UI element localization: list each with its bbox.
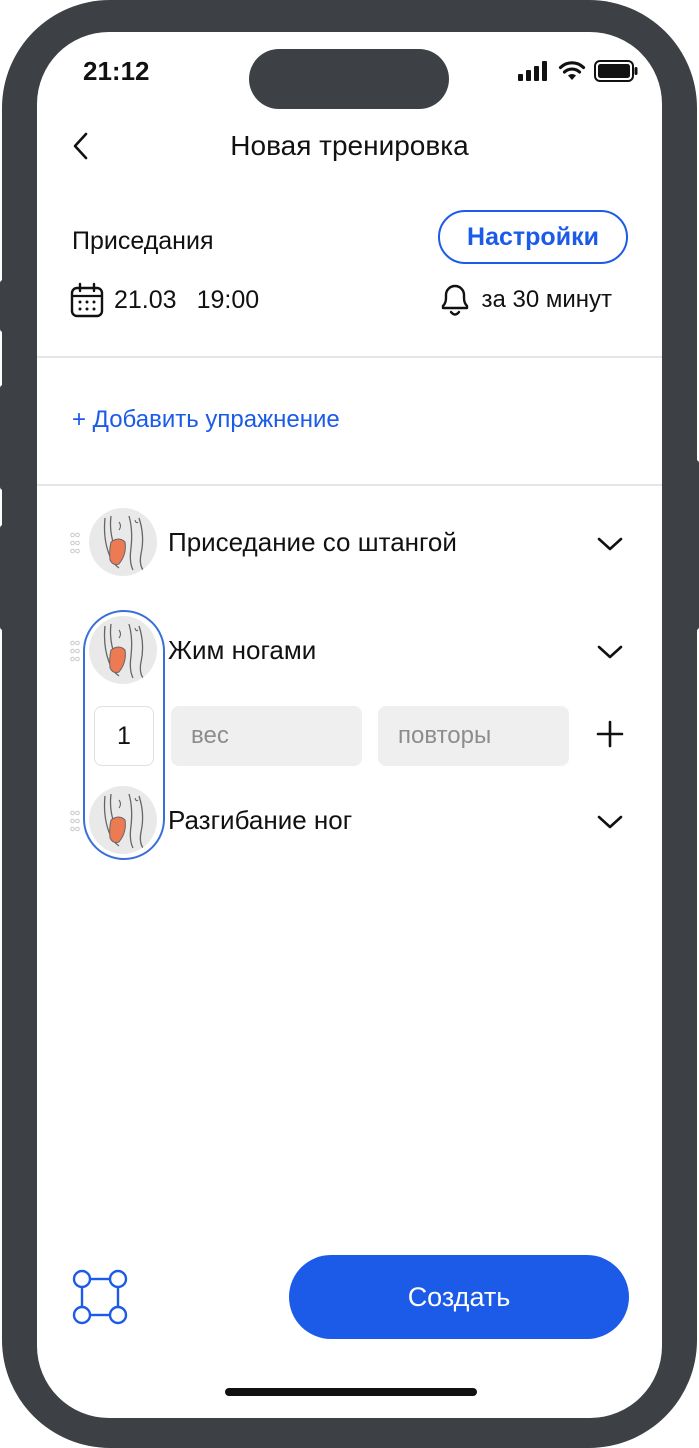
workout-date: 21.03 [114,285,177,314]
drag-handle-icon[interactable] [70,531,80,555]
workout-time: 19:00 [196,285,260,314]
exercise-name: Приседание со штангой [168,527,457,557]
exercise-name: Жим ногами [168,635,317,665]
screen: 21:12 Новая тренировка Приседания Настро… [37,32,662,1418]
divider [37,356,662,358]
side-button-action [0,280,10,332]
chevron-down-icon[interactable] [596,813,624,831]
create-button[interactable]: Создать [289,1255,629,1339]
muscle-diagram-icon [103,515,144,571]
dynamic-island [249,49,449,109]
page-title: Новая тренировка [230,130,469,161]
drag-handle-icon[interactable] [70,639,80,663]
drag-handle-icon[interactable] [70,809,80,833]
status-time: 21:12 [83,56,150,86]
bell-icon [442,284,469,316]
exercise-row[interactable]: Приседание со штангой [37,508,662,578]
muscle-avatar [89,616,157,684]
exercise-row[interactable]: Разгибание ног [37,786,662,856]
side-button-volume-up [0,385,10,490]
exercise-row[interactable]: Жим ногами [37,616,662,686]
reminder[interactable]: за 30 минут [439,282,612,318]
weight-input[interactable] [171,706,362,766]
divider [37,484,662,486]
settings-button[interactable]: Настройки [438,210,628,264]
muscle-avatar [89,508,157,576]
superset-layout-icon[interactable] [71,1268,129,1326]
plus-icon[interactable] [596,720,624,748]
set-number[interactable]: 1 [94,706,154,766]
workout-name[interactable]: Приседания [72,227,214,256]
side-button-volume-down [0,525,10,630]
muscle-avatar [89,786,157,854]
calendar-icon [70,282,104,318]
workout-datetime[interactable]: 21.03 19:00 [70,282,259,318]
muscle-diagram-icon [103,793,144,849]
signal-icon [518,61,547,81]
exercise-name: Разгибание ног [168,805,353,835]
wifi-icon [558,61,586,80]
muscle-diagram-icon [103,623,144,679]
add-exercise-link[interactable]: + Добавить упражнение [72,406,340,434]
battery-icon [594,60,638,82]
home-indicator [225,1388,477,1396]
reminder-text: за 30 минут [481,286,612,313]
chevron-down-icon[interactable] [596,535,624,553]
set-row: 1 [37,704,662,768]
side-button-power [689,460,699,630]
status-icons [518,60,638,82]
chevron-down-icon[interactable] [596,643,624,661]
reps-input[interactable] [378,706,569,766]
